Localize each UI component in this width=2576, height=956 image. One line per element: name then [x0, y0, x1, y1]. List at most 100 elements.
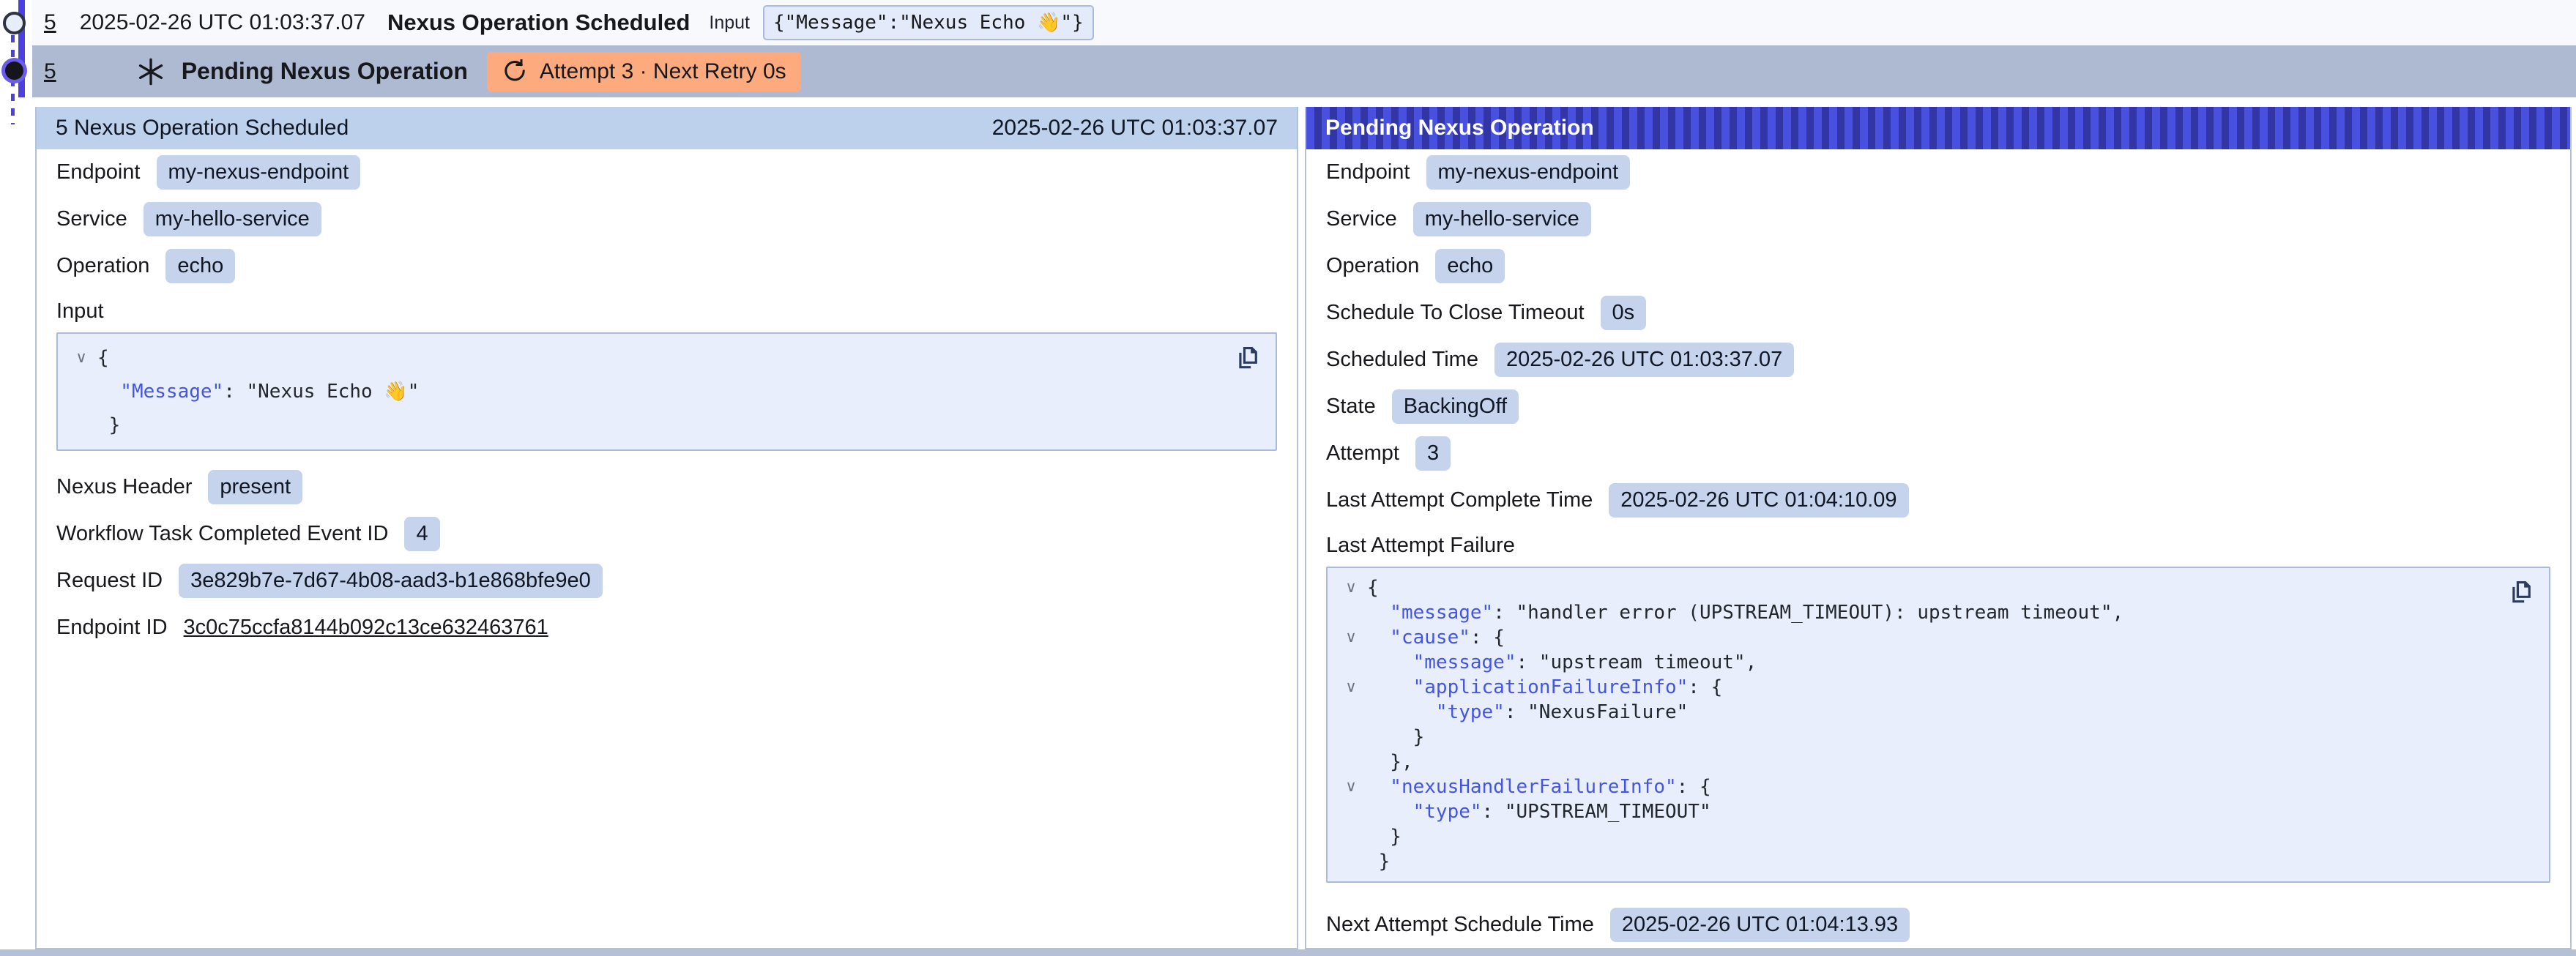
- field-row-operation: Operation echo: [56, 249, 1277, 283]
- field-value-badge: my-nexus-endpoint: [1426, 155, 1631, 190]
- json-line: ∨ "nexusHandlerFailureInfo" : {: [1335, 774, 2498, 799]
- pending-event-title: Pending Nexus Operation: [182, 58, 468, 85]
- field-label: Service: [1326, 207, 1397, 231]
- timeline-connector-line: [11, 35, 15, 124]
- field-label: Next Attempt Schedule Time: [1326, 913, 1594, 937]
- json-text: : {: [1688, 675, 1722, 700]
- field-label: Scheduled Time: [1326, 348, 1478, 372]
- json-line: "Message" : "Nexus Echo 👋": [65, 375, 1224, 408]
- json-text: : "handler error (UPSTREAM_TIMEOUT): ups…: [1493, 600, 2123, 625]
- json-key: "type": [1367, 799, 1482, 824]
- copy-button[interactable]: [2508, 578, 2536, 606]
- json-key: "message": [1367, 650, 1516, 675]
- field-label: Workflow Task Completed Event ID: [56, 522, 388, 546]
- field-label: Endpoint ID: [56, 616, 168, 640]
- json-line: },: [1335, 750, 2498, 774]
- field-row-last-attempt-complete-time: Last Attempt Complete Time 2025-02-26 UT…: [1326, 483, 2550, 518]
- field-row-operation: Operation echo: [1326, 249, 2550, 283]
- timeline-dot-current-icon: [5, 61, 23, 80]
- collapse-chevron-icon: [65, 375, 97, 408]
- json-line: }: [1335, 824, 2498, 849]
- event-row-scheduled[interactable]: 5 2025-02-26 UTC 01:03:37.07 Nexus Opera…: [32, 0, 2576, 45]
- json-text: }: [1367, 824, 1401, 849]
- next-row-edge-strip: [0, 949, 2576, 956]
- failure-json-viewer: ∨ { "message" : "handler error (UPSTREAM…: [1326, 567, 2550, 883]
- event-detail-header-timestamp: 2025-02-26 UTC 01:03:37.07: [992, 116, 1278, 141]
- retry-icon: [502, 59, 528, 85]
- json-line: }: [65, 408, 1224, 442]
- collapse-chevron-icon: [65, 408, 97, 442]
- input-json-viewer: ∨ { "Message" : "Nexus Echo 👋" }: [56, 332, 1277, 451]
- json-line: "message" : "upstream timeout",: [1335, 650, 2498, 675]
- event-detail-header-title: 5 Nexus Operation Scheduled: [56, 116, 349, 141]
- retry-attempt-text: Attempt 3 · Next Retry 0s: [540, 59, 786, 84]
- field-row-service: Service my-hello-service: [1326, 202, 2550, 236]
- collapse-chevron-icon[interactable]: ∨: [1335, 675, 1367, 700]
- pending-operation-header-title: Pending Nexus Operation: [1325, 116, 1594, 141]
- field-label: Service: [56, 207, 127, 231]
- timeline-dot-hollow-icon: [3, 12, 26, 34]
- copy-icon: [2508, 578, 2536, 606]
- field-label: Operation: [1326, 254, 1419, 278]
- json-key: "Message": [97, 375, 223, 408]
- event-history-view: 5 2025-02-26 UTC 01:03:37.07 Nexus Opera…: [0, 0, 2576, 956]
- collapse-chevron-icon[interactable]: ∨: [1335, 575, 1367, 600]
- json-key: "nexusHandlerFailureInfo": [1367, 774, 1677, 799]
- field-value-badge: 2025-02-26 UTC 01:03:37.07: [1494, 343, 1794, 377]
- json-line: ∨ {: [1335, 575, 2498, 600]
- collapse-chevron-icon[interactable]: ∨: [1335, 774, 1367, 799]
- json-line: "type" : "UPSTREAM_TIMEOUT": [1335, 799, 2498, 824]
- last-attempt-failure-label: Last Attempt Failure: [1326, 534, 2550, 558]
- endpoint-id-link[interactable]: 3c0c75ccfa8144b092c13ce632463761: [184, 616, 548, 640]
- collapse-chevron-icon: [1335, 824, 1367, 849]
- copy-button[interactable]: [1235, 344, 1262, 372]
- json-text: : {: [1677, 774, 1711, 799]
- field-label: Nexus Header: [56, 475, 192, 499]
- field-row-endpoint-id: Endpoint ID 3c0c75ccfa8144b092c13ce63246…: [56, 610, 1277, 645]
- collapse-chevron-icon: [1335, 849, 1367, 874]
- field-row-request-id: Request ID 3e829b7e-7d67-4b08-aad3-b1e86…: [56, 564, 1277, 598]
- input-section-label: Input: [56, 299, 1277, 324]
- collapse-chevron-icon[interactable]: ∨: [1335, 625, 1367, 650]
- json-text: : "upstream timeout",: [1516, 650, 1757, 675]
- field-value-badge: 2025-02-26 UTC 01:04:13.93: [1610, 908, 1910, 942]
- event-row-pending[interactable]: 5 Pending Nexus Operation Attempt 3 · Ne…: [32, 45, 2576, 97]
- event-timestamp: 2025-02-26 UTC 01:03:37.07: [80, 10, 365, 35]
- field-label: Last Attempt Complete Time: [1326, 488, 1593, 512]
- pending-spinner-icon: [136, 57, 165, 86]
- event-id-link[interactable]: 5: [44, 10, 56, 35]
- pending-operation-header: Pending Nexus Operation: [1306, 107, 2570, 149]
- json-text: : "NexusFailure": [1505, 700, 1688, 725]
- collapse-chevron-icon: [1335, 600, 1367, 625]
- field-row-endpoint: Endpoint my-nexus-endpoint: [56, 155, 1277, 190]
- field-value-badge: my-hello-service: [1413, 202, 1591, 236]
- field-row-service: Service my-hello-service: [56, 202, 1277, 236]
- event-title: Nexus Operation Scheduled: [387, 10, 690, 36]
- collapse-chevron-icon[interactable]: ∨: [65, 341, 97, 375]
- field-row-schedule-to-close-timeout: Schedule To Close Timeout 0s: [1326, 296, 2550, 330]
- json-text: : {: [1470, 625, 1505, 650]
- field-value-badge: my-nexus-endpoint: [157, 155, 361, 190]
- collapse-chevron-icon: [1335, 650, 1367, 675]
- field-value-badge: echo: [165, 249, 235, 283]
- json-key: "cause": [1367, 625, 1470, 650]
- retry-attempt-badge: Attempt 3 · Next Retry 0s: [487, 52, 801, 92]
- json-line: "type" : "NexusFailure": [1335, 700, 2498, 725]
- json-text: },: [1367, 750, 1413, 774]
- field-label: State: [1326, 395, 1376, 419]
- input-preview-badge: {"Message":"Nexus Echo 👋"}: [763, 5, 1094, 40]
- field-value-badge: present: [208, 470, 302, 504]
- event-detail-header: 5 Nexus Operation Scheduled 2025-02-26 U…: [37, 107, 1297, 149]
- json-line: ∨ "applicationFailureInfo" : {: [1335, 675, 2498, 700]
- json-line: ∨ {: [65, 341, 1224, 375]
- event-id-link[interactable]: 5: [44, 59, 56, 84]
- json-text: : "UPSTREAM_TIMEOUT": [1482, 799, 1711, 824]
- field-label: Operation: [56, 254, 149, 278]
- field-value-badge: 3: [1415, 436, 1451, 471]
- field-value-badge: my-hello-service: [144, 202, 321, 236]
- json-key: "applicationFailureInfo": [1367, 675, 1688, 700]
- field-value-badge: 0s: [1601, 296, 1647, 330]
- field-row-scheduled-time: Scheduled Time 2025-02-26 UTC 01:03:37.0…: [1326, 343, 2550, 377]
- json-line: "message" : "handler error (UPSTREAM_TIM…: [1335, 600, 2498, 625]
- field-value-badge: 2025-02-26 UTC 01:04:10.09: [1609, 483, 1908, 518]
